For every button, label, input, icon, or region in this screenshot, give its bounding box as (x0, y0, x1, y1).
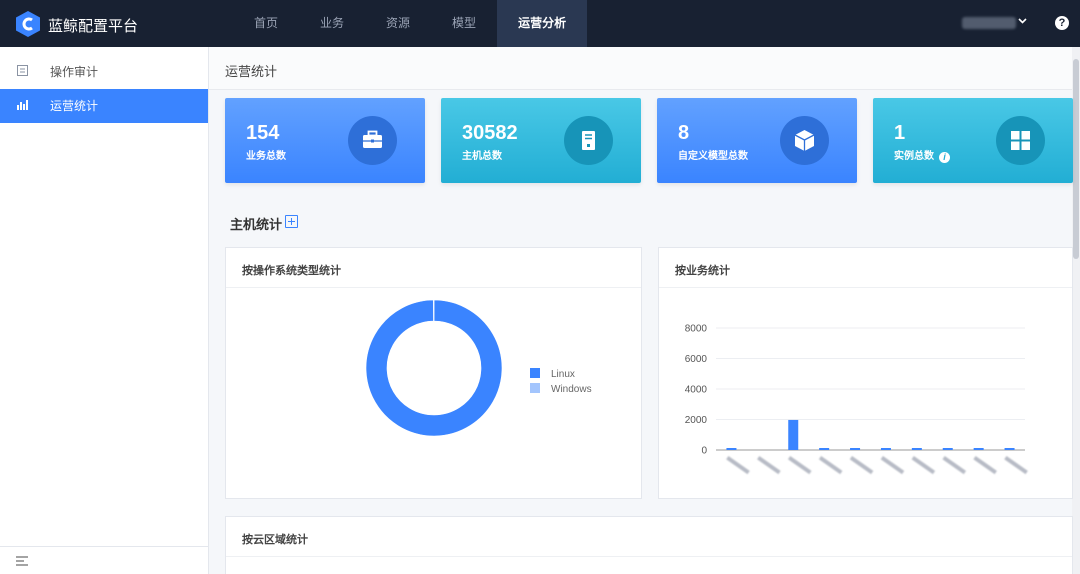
grid-icon (996, 116, 1045, 165)
panel-title: 按业务统计 (675, 265, 730, 277)
stat-card-business: 154 业务总数 (225, 98, 425, 183)
info-icon[interactable]: i (939, 152, 950, 163)
bar-0[interactable] (726, 448, 737, 450)
os-stats-panel: 按操作系统类型统计 Linux Windows (225, 247, 642, 499)
user-name-blurred[interactable] (962, 17, 1016, 29)
stat-label-text: 实例总数 (894, 151, 934, 162)
bar-6[interactable] (911, 448, 922, 450)
help-icon[interactable]: ? (1055, 16, 1069, 30)
bar-7[interactable] (942, 448, 953, 450)
stat-card-host: 30582 主机总数 (441, 98, 641, 183)
stat-label: 主机总数 (462, 151, 502, 162)
sidebar-footer (0, 546, 208, 574)
donut-group (365, 299, 503, 437)
legend-item-windows[interactable]: Windows (530, 383, 592, 395)
nav-model[interactable]: 模型 (431, 0, 497, 47)
page-title: 运营统计 (225, 64, 278, 79)
sidebar-item-label: 运营统计 (50, 99, 99, 113)
nav-operation-analysis[interactable]: 运营分析 (497, 0, 588, 47)
legend-label: Windows (551, 384, 592, 395)
x-tick-label-blurred (880, 456, 905, 475)
x-tick-label-blurred (911, 456, 936, 475)
y-tick-label: 8000 (685, 324, 708, 335)
cloud-area-stats-panel: 按云区域统计 (225, 516, 1073, 574)
bar-2[interactable] (788, 419, 799, 450)
bar-stats-icon (17, 89, 28, 123)
section-title-host-stats: 主机统计 (230, 217, 283, 232)
stat-value: 8 (678, 122, 690, 144)
sidebar: 操作审计 运营统计 (0, 47, 209, 574)
cube-icon (780, 116, 829, 165)
stat-value: 30582 (462, 122, 518, 144)
add-chart-icon[interactable] (285, 215, 298, 228)
stat-card-instance: 1 实例总数 i (873, 98, 1073, 183)
bar-9[interactable] (1004, 448, 1015, 450)
sidebar-item-operation-stats[interactable]: 运营统计 (0, 89, 208, 123)
stat-card-model: 8 自定义模型总数 (657, 98, 857, 183)
bar-4[interactable] (850, 448, 861, 450)
bar-3[interactable] (819, 448, 830, 450)
nav-home[interactable]: 首页 (233, 0, 299, 47)
top-nav: 首页 业务 资源 模型 运营分析 (233, 0, 588, 47)
legend-swatch (530, 383, 540, 393)
x-tick-label-blurred (942, 456, 967, 475)
y-tick-label: 6000 (685, 354, 708, 365)
nav-business[interactable]: 业务 (299, 0, 365, 47)
server-icon (564, 116, 613, 165)
stat-label: 自定义模型总数 (678, 151, 748, 162)
sidebar-item-audit[interactable]: 操作审计 (0, 55, 208, 89)
audit-list-icon (17, 55, 28, 89)
y-tick-label: 2000 (685, 415, 708, 426)
x-tick-label-blurred (818, 455, 843, 475)
legend-item-linux[interactable]: Linux (530, 368, 575, 380)
nav-resource[interactable]: 资源 (365, 0, 431, 47)
panel-title: 按云区域统计 (242, 534, 308, 546)
chevron-down-icon[interactable] (1018, 16, 1027, 28)
donut-slice-windows[interactable] (433, 299, 435, 322)
scroll-thumb[interactable] (1073, 59, 1079, 259)
legend-label: Linux (551, 369, 575, 380)
y-tick-label: 4000 (685, 385, 708, 396)
panel-header: 按操作系统类型统计 (226, 248, 641, 288)
app-title: 蓝鲸配置平台 (48, 18, 139, 35)
panel-header: 按云区域统计 (226, 517, 1072, 557)
legend-swatch (530, 368, 540, 378)
bar-8[interactable] (973, 448, 984, 450)
stat-label: 业务总数 (246, 151, 286, 162)
business-stats-panel: 按业务统计 0 2000 4000 6000 8000 (658, 247, 1073, 499)
app-logo-icon[interactable] (16, 11, 40, 37)
page-header: 运营统计 (209, 47, 1072, 90)
top-navbar: 蓝鲸配置平台 首页 业务 资源 模型 运营分析 ? (0, 0, 1080, 47)
x-tick-label-blurred (849, 455, 874, 475)
x-tick-label-blurred (757, 455, 781, 475)
x-tick-label-blurred (1004, 455, 1028, 475)
briefcase-icon (348, 116, 397, 165)
panel-header: 按业务统计 (659, 248, 1072, 288)
panel-title: 按操作系统类型统计 (242, 265, 341, 277)
stat-value: 154 (246, 122, 280, 144)
x-tick-label-blurred (787, 455, 812, 475)
bar-5[interactable] (880, 448, 891, 450)
collapse-menu-icon[interactable] (16, 555, 28, 569)
stat-label: 实例总数 i (894, 147, 950, 163)
sidebar-item-label: 操作审计 (50, 65, 99, 79)
x-tick-label-blurred (726, 455, 750, 475)
business-bar-chart: 0 2000 4000 6000 8000 (685, 324, 1028, 475)
stat-value: 1 (894, 122, 906, 144)
y-tick-label: 0 (701, 446, 707, 457)
x-tick-label-blurred (973, 455, 997, 475)
scrollbar[interactable] (1072, 47, 1080, 574)
